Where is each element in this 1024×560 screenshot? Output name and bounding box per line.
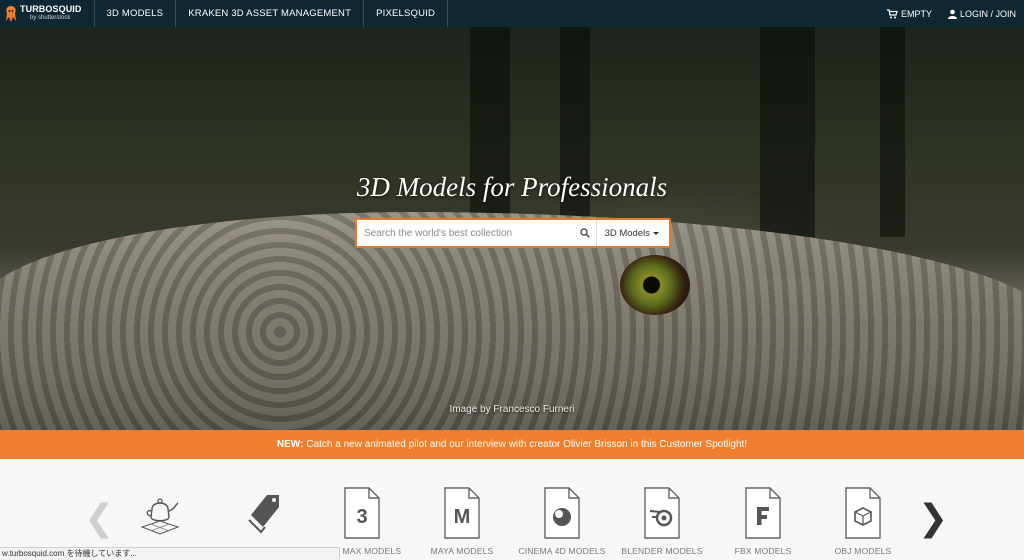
- squid-logo-icon: [4, 5, 18, 23]
- category-item[interactable]: [218, 487, 308, 546]
- maya-file-icon: M: [444, 487, 480, 539]
- search-category-label: 3D Models: [604, 227, 650, 239]
- cart-icon: [886, 8, 898, 18]
- carousel-next-button[interactable]: ❯: [918, 501, 948, 537]
- category-label: BLENDER MODELS: [621, 546, 703, 556]
- category-label: FBX MODELS: [734, 546, 792, 556]
- obj-file-icon: [845, 487, 881, 539]
- user-icon: [947, 9, 957, 19]
- category-item[interactable]: M MAYA MODELS: [417, 487, 507, 556]
- logo[interactable]: TURBOSQUID by shutterstock: [0, 0, 95, 27]
- login-button[interactable]: LOGIN / JOIN: [940, 9, 1024, 19]
- category-item[interactable]: FBX MODELS: [718, 487, 808, 556]
- category-item[interactable]: OBJ MODELS: [818, 487, 908, 556]
- logo-title: TURBOSQUID: [20, 3, 82, 14]
- fbx-file-icon: [745, 487, 781, 539]
- nav-kraken[interactable]: KRAKEN 3D ASSET MANAGEMENT: [176, 0, 365, 27]
- category-item[interactable]: 3 3DS MAX MODELS: [317, 487, 407, 556]
- chevron-right-icon: ❯: [918, 498, 949, 539]
- banner-prefix: NEW:: [276, 439, 304, 450]
- 3ds-max-file-icon: 3: [344, 487, 380, 539]
- cinema-4d-file-icon: [544, 487, 580, 539]
- background-tree: [880, 27, 905, 237]
- svg-text:M: M: [454, 506, 471, 528]
- teapot-icon: [140, 498, 180, 535]
- category-label: CINEMA 4D MODELS: [518, 546, 606, 556]
- cart-label: EMPTY: [900, 8, 932, 19]
- search-button[interactable]: [575, 220, 597, 246]
- category-item[interactable]: BLENDER MODELS: [617, 487, 707, 556]
- search-input[interactable]: [357, 220, 575, 246]
- login-label: LOGIN / JOIN: [959, 8, 1016, 19]
- caret-down-icon: [653, 231, 659, 235]
- category-item[interactable]: CINEMA 4D MODELS: [517, 487, 607, 556]
- background-tree: [560, 27, 590, 247]
- hero-section: 3D Models for Professionals 3D Models Im…: [0, 27, 1024, 430]
- cart-button[interactable]: EMPTY: [879, 9, 940, 19]
- browser-status-bar: w.turbosquid.com を待機しています...: [0, 547, 340, 560]
- blender-file-icon: [644, 487, 680, 539]
- top-nav: TURBOSQUID by shutterstock 3D MODELS KRA…: [0, 0, 1024, 27]
- carousel-prev-button[interactable]: ❮: [84, 501, 114, 537]
- search-category-dropdown[interactable]: 3D Models: [597, 220, 669, 246]
- search-bar: 3D Models: [355, 218, 671, 248]
- hero-title: 3D Models for Professionals: [356, 172, 668, 202]
- chevron-left-icon: ❮: [84, 498, 115, 539]
- crocodile-eye: [620, 255, 690, 315]
- svg-text:3: 3: [356, 506, 367, 528]
- logo-subtitle: by shutterstock: [30, 14, 71, 21]
- banner-text: Catch a new animated pilot and our inter…: [306, 439, 748, 450]
- category-label: MAYA MODELS: [430, 546, 494, 556]
- announcement-banner[interactable]: NEW: Catch a new animated pilot and our …: [0, 430, 1024, 459]
- tag-icon: [248, 495, 279, 534]
- search-icon: [580, 228, 590, 238]
- image-credit: Image by Francesco Furneri: [449, 404, 575, 415]
- category-carousel: ❮ 3 3DS MAX MODELS M MAYA MODELS CINEMA …: [0, 459, 1024, 560]
- nav-pixelsquid[interactable]: PIXELSQUID: [364, 0, 449, 27]
- category-item[interactable]: [115, 487, 205, 546]
- category-label: OBJ MODELS: [834, 546, 892, 556]
- nav-3d-models[interactable]: 3D MODELS: [95, 0, 177, 27]
